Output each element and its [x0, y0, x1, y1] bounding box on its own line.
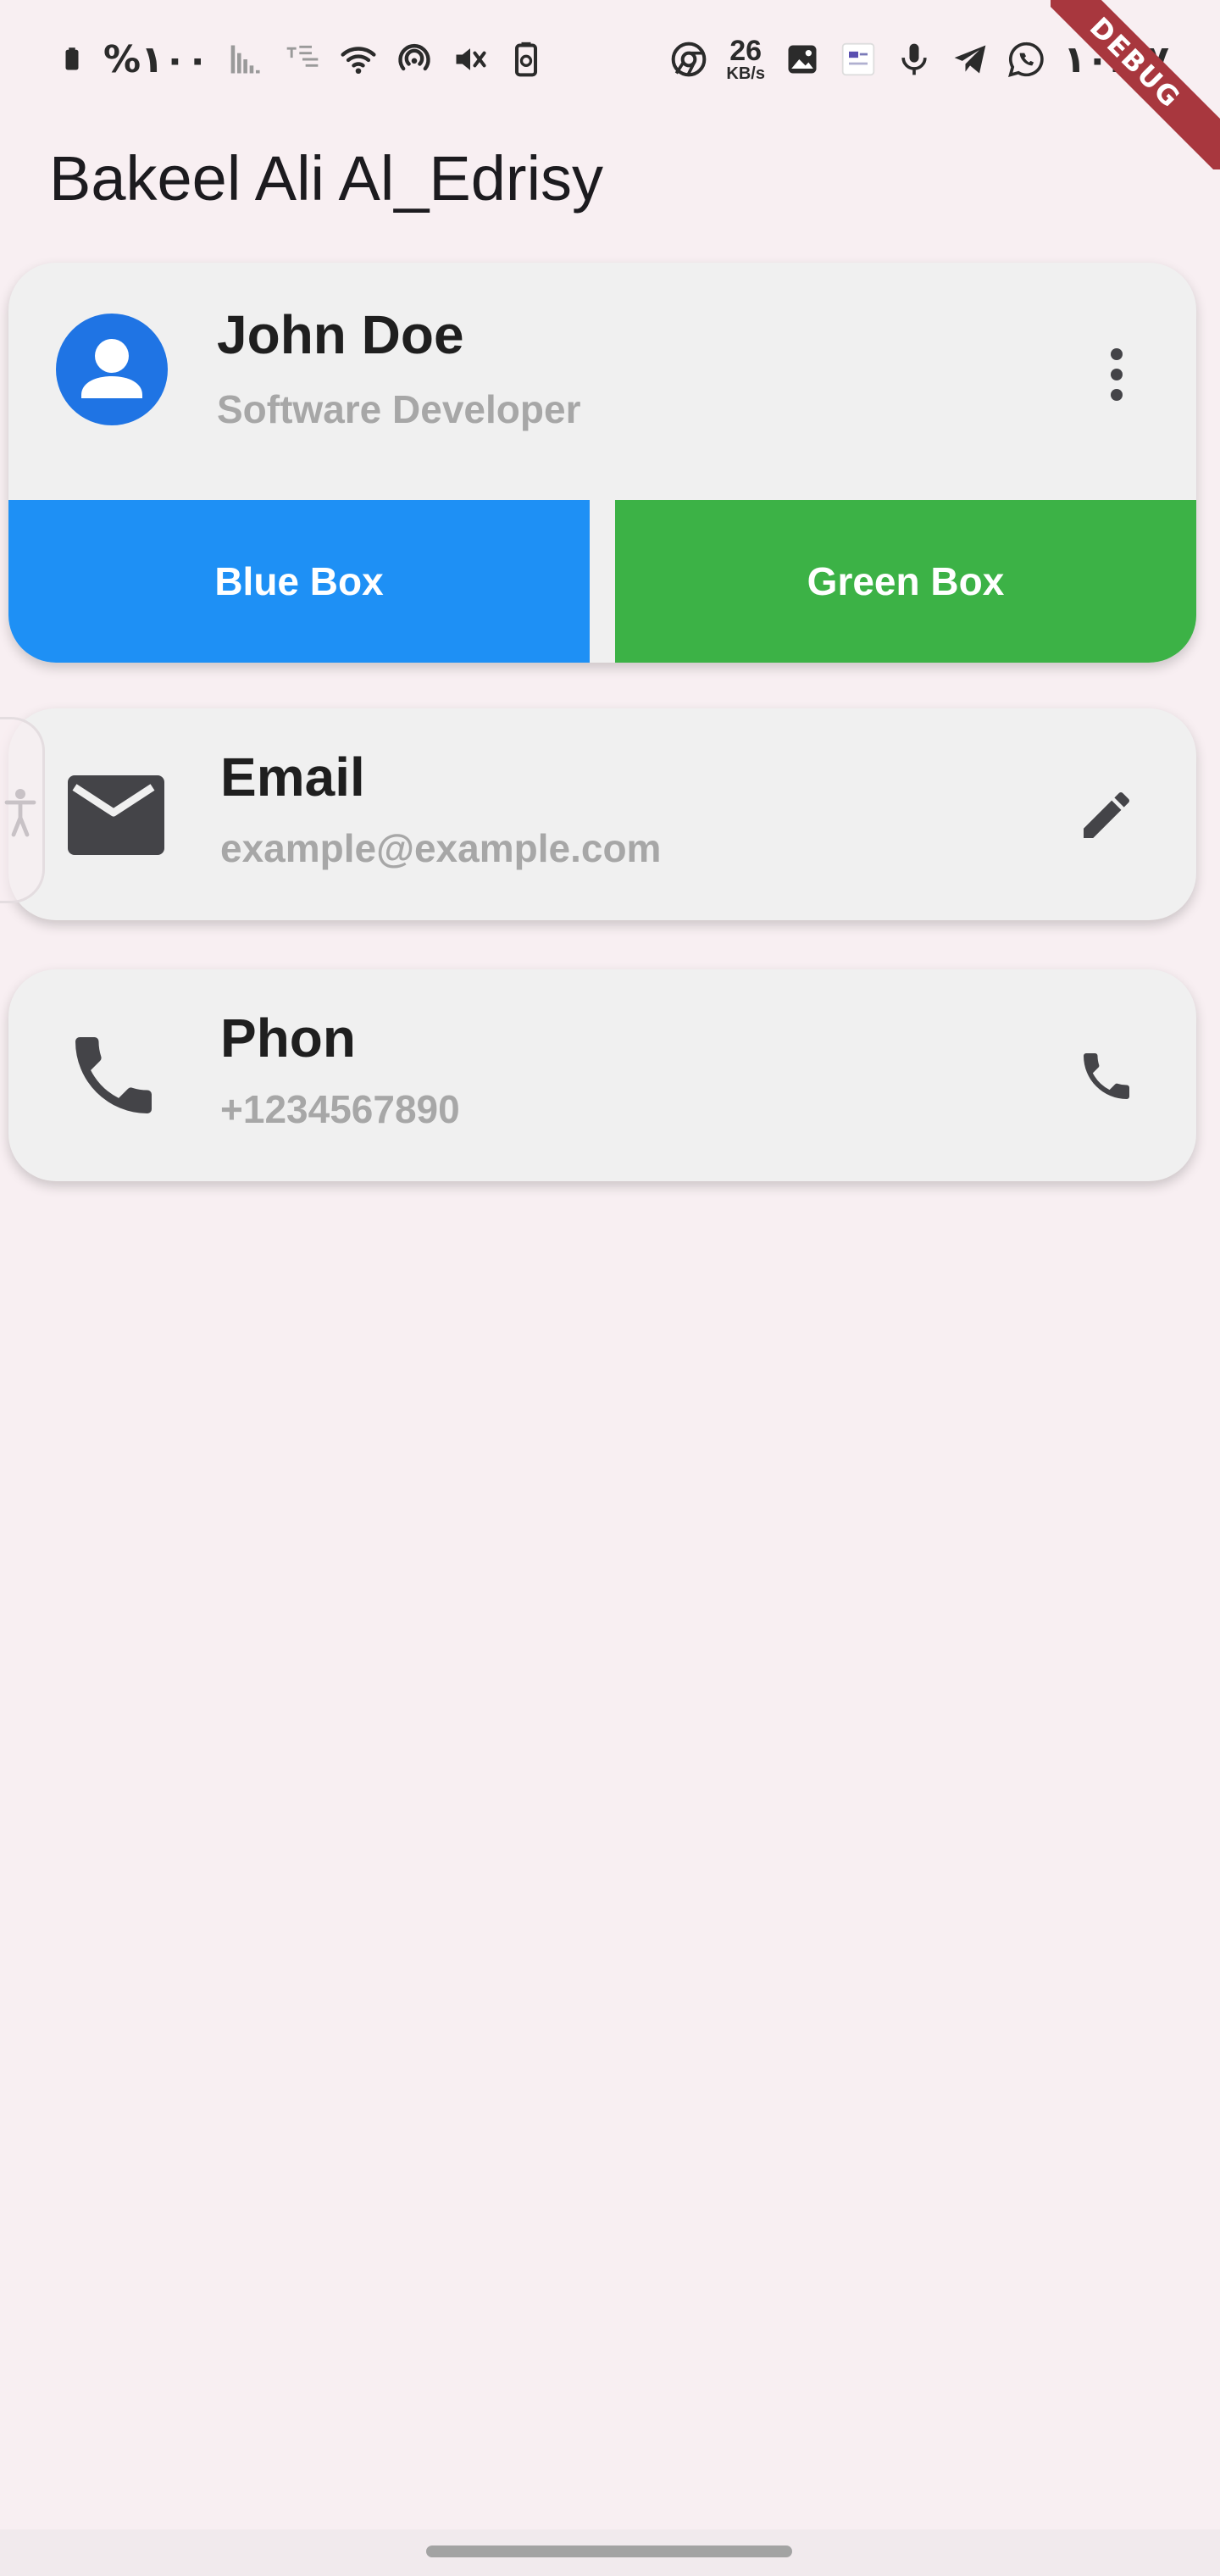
status-bar: %١٠٠ 26 KB/s ١٠:١٧ — [0, 0, 1220, 119]
wifi-icon — [341, 47, 376, 75]
more-vert-dot — [1111, 389, 1123, 401]
battery-percent-text: %١٠٠ — [103, 37, 209, 81]
network-speed-unit: KB/s — [726, 64, 765, 83]
email-title: Email — [220, 747, 365, 808]
more-options-button[interactable] — [1091, 341, 1142, 408]
green-box-label: Green Box — [807, 559, 1005, 603]
chrome-icon — [672, 42, 707, 77]
profile-role: Software Developer — [217, 387, 581, 431]
whatsapp-icon — [1008, 42, 1044, 77]
profile-card: John Doe Software Developer Blue Box Gre… — [8, 263, 1196, 663]
phone-value: +1234567890 — [220, 1087, 460, 1131]
hotspot-icon — [398, 43, 430, 71]
debug-banner-label: DEBUG — [1051, 0, 1220, 169]
signal-bars-icon — [230, 45, 260, 74]
blue-box[interactable]: Blue Box — [8, 500, 590, 663]
debug-banner: DEBUG — [1051, 0, 1220, 169]
accessibility-handle[interactable] — [0, 717, 45, 903]
phone-title: Phon — [220, 1008, 356, 1069]
blue-box-label: Blue Box — [214, 559, 384, 603]
profile-name: John Doe — [217, 304, 464, 365]
battery-saver-icon — [514, 42, 537, 77]
telegram-icon — [954, 45, 986, 74]
gallery-icon — [788, 45, 817, 74]
app-notification-icon — [841, 42, 875, 76]
page-title: Bakeel Ali Al_Edrisy — [49, 143, 604, 214]
more-vert-dot — [1111, 369, 1123, 380]
home-indicator[interactable] — [426, 2545, 792, 2557]
call-button-phone-icon[interactable] — [1076, 1046, 1137, 1107]
microphone-icon — [901, 43, 927, 75]
phone-icon — [75, 1037, 152, 1113]
color-box-row: Blue Box Green Box — [8, 500, 1196, 663]
phone-tile[interactable]: Phon +1234567890 — [8, 969, 1196, 1181]
status-bar-left: %١٠٠ — [59, 32, 545, 86]
green-box[interactable]: Green Box — [615, 500, 1196, 663]
battery-icon — [65, 47, 79, 70]
mail-icon — [68, 775, 164, 855]
more-vert-icon — [1111, 348, 1123, 360]
network-type-icon — [286, 45, 319, 67]
person-icon — [81, 339, 142, 398]
network-speed: 26 KB/s — [726, 36, 765, 82]
network-speed-value: 26 — [729, 35, 762, 67]
email-tile[interactable]: Email example@example.com — [8, 708, 1196, 920]
mute-icon — [456, 48, 486, 70]
accessibility-icon — [4, 789, 36, 837]
email-value: example@example.com — [220, 826, 662, 870]
avatar[interactable] — [56, 314, 168, 425]
edit-icon[interactable] — [1076, 785, 1137, 846]
